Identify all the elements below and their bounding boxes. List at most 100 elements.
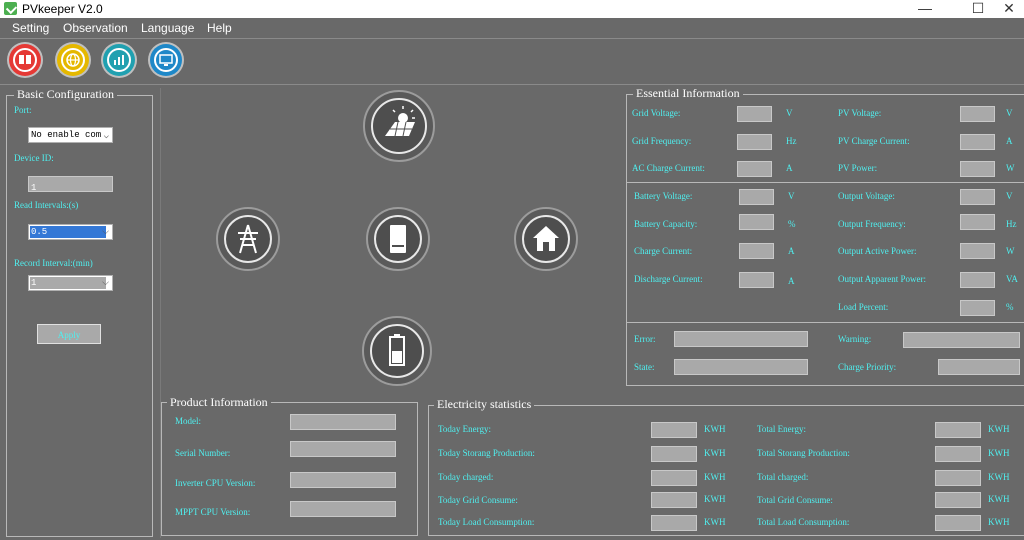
discharge-current-unit: A (788, 276, 795, 286)
today-grid-label: Today Grid Consume: (438, 495, 518, 505)
home-node (514, 207, 578, 271)
record-interval-select[interactable]: 1 ⌵ (28, 275, 113, 291)
grid-frequency-label: Grid Frequency: (632, 136, 692, 146)
today-charged-label: Today charged: (438, 472, 494, 482)
error-field (674, 331, 808, 347)
apply-button[interactable]: Apply (37, 324, 101, 344)
title-bar: PVkeeper V2.0 — ☐ ✕ (0, 0, 1024, 18)
record-interval-label: Record Interval:(min) (14, 258, 93, 268)
total-load-unit: KWH (988, 517, 1010, 527)
pv-voltage-label: PV Voltage: (838, 108, 882, 118)
today-charged-field (651, 470, 697, 486)
mppt-cpu-field (290, 501, 396, 517)
grid-frequency-field (737, 134, 772, 150)
charge-current-field (739, 243, 774, 259)
close-button[interactable]: ✕ (994, 0, 1024, 18)
device-id-input[interactable]: 1 (28, 176, 113, 193)
book-icon[interactable] (9, 44, 41, 76)
port-select[interactable]: No enable com ⌵ (28, 127, 113, 143)
model-field (290, 414, 396, 430)
maximize-button[interactable]: ☐ (963, 0, 993, 18)
pv-voltage-field (960, 106, 995, 122)
today-load-field (651, 515, 697, 531)
total-charged-unit: KWH (988, 472, 1010, 482)
total-load-field (935, 515, 981, 531)
chart-icon[interactable] (103, 44, 135, 76)
menu-bar: Setting Observation Language Help (0, 18, 1024, 38)
ac-charge-current-field (737, 161, 772, 177)
window-title: PVkeeper V2.0 (22, 2, 103, 16)
output-voltage-label: Output Voltage: (838, 191, 895, 201)
home-icon (533, 226, 559, 251)
port-select-value: No enable com (31, 130, 102, 140)
output-apparent-power-field (960, 272, 995, 288)
ac-charge-current-unit: A (786, 163, 793, 173)
today-load-label: Today Load Consumption: (438, 517, 535, 527)
apply-button-label: Apply (57, 330, 81, 340)
app-logo-icon (4, 2, 17, 15)
inverter-node (366, 207, 430, 271)
today-storage-label: Today Storang Production: (438, 448, 535, 458)
serial-number-label: Serial Number: (175, 448, 231, 458)
total-energy-label: Total Energy: (757, 424, 806, 434)
today-grid-field (651, 492, 697, 508)
grid-voltage-label: Grid Voltage: (632, 108, 681, 118)
total-grid-unit: KWH (988, 494, 1010, 504)
minimize-button[interactable]: — (910, 0, 940, 18)
output-voltage-unit: V (1006, 191, 1013, 201)
today-storage-unit: KWH (704, 448, 726, 458)
pv-charge-current-label: PV Charge Current: (838, 136, 910, 146)
output-active-power-field (960, 243, 995, 259)
globe-icon[interactable] (57, 44, 89, 76)
menu-observation[interactable]: Observation (63, 21, 128, 35)
essential-divider-2 (627, 322, 1024, 323)
grid-node (216, 207, 280, 271)
battery-capacity-field (739, 214, 774, 230)
ac-charge-current-label: AC Charge Current: (632, 163, 705, 173)
pv-charge-current-unit: A (1006, 136, 1013, 146)
battery-voltage-label: Battery Voltage: (634, 191, 693, 201)
total-energy-unit: KWH (988, 424, 1010, 434)
output-voltage-field (960, 189, 995, 205)
device-id-label: Device ID: (14, 153, 54, 163)
power-tower-icon (238, 224, 258, 254)
device-id-value: 1 (31, 183, 37, 193)
record-interval-value: 1 (30, 277, 106, 289)
inverter-cpu-field (290, 472, 396, 488)
total-grid-field (935, 492, 981, 508)
battery-icon (389, 334, 405, 366)
load-percent-field (960, 300, 995, 316)
pv-power-field (960, 161, 995, 177)
warning-field (903, 332, 1020, 348)
total-storage-label: Total Storang Production: (757, 448, 850, 458)
inverter-cpu-label: Inverter CPU Version: (175, 478, 256, 488)
discharge-current-field (739, 272, 774, 288)
discharge-current-label: Discharge Current: (634, 274, 703, 284)
inverter-icon (390, 225, 406, 253)
port-label: Port: (14, 105, 32, 115)
menu-language[interactable]: Language (141, 21, 194, 35)
output-frequency-label: Output Frequency: (838, 219, 906, 229)
monitor-icon[interactable] (150, 44, 182, 76)
output-apparent-power-label: Output Apparent Power: (838, 274, 926, 284)
model-label: Model: (175, 416, 201, 426)
today-energy-unit: KWH (704, 424, 726, 434)
load-percent-unit: % (1006, 302, 1014, 312)
battery-node (362, 316, 432, 386)
essential-info-title: Essential Information (633, 87, 743, 100)
toolbar-divider (0, 84, 1024, 85)
grid-voltage-field (737, 106, 772, 122)
output-active-power-label: Output Active Power: (838, 246, 917, 256)
state-field (674, 359, 808, 375)
menu-help[interactable]: Help (207, 21, 232, 35)
menu-divider (0, 38, 1024, 39)
charge-current-unit: A (788, 246, 795, 256)
today-energy-label: Today Energy: (438, 424, 491, 434)
read-interval-value: 0.5 (30, 226, 106, 238)
chevron-down-icon: ⌵ (102, 277, 109, 287)
read-interval-select[interactable]: 0.5 ⌵ (28, 224, 113, 240)
menu-setting[interactable]: Setting (12, 21, 49, 35)
battery-voltage-unit: V (788, 191, 795, 201)
total-energy-field (935, 422, 981, 438)
grid-voltage-unit: V (786, 108, 793, 118)
